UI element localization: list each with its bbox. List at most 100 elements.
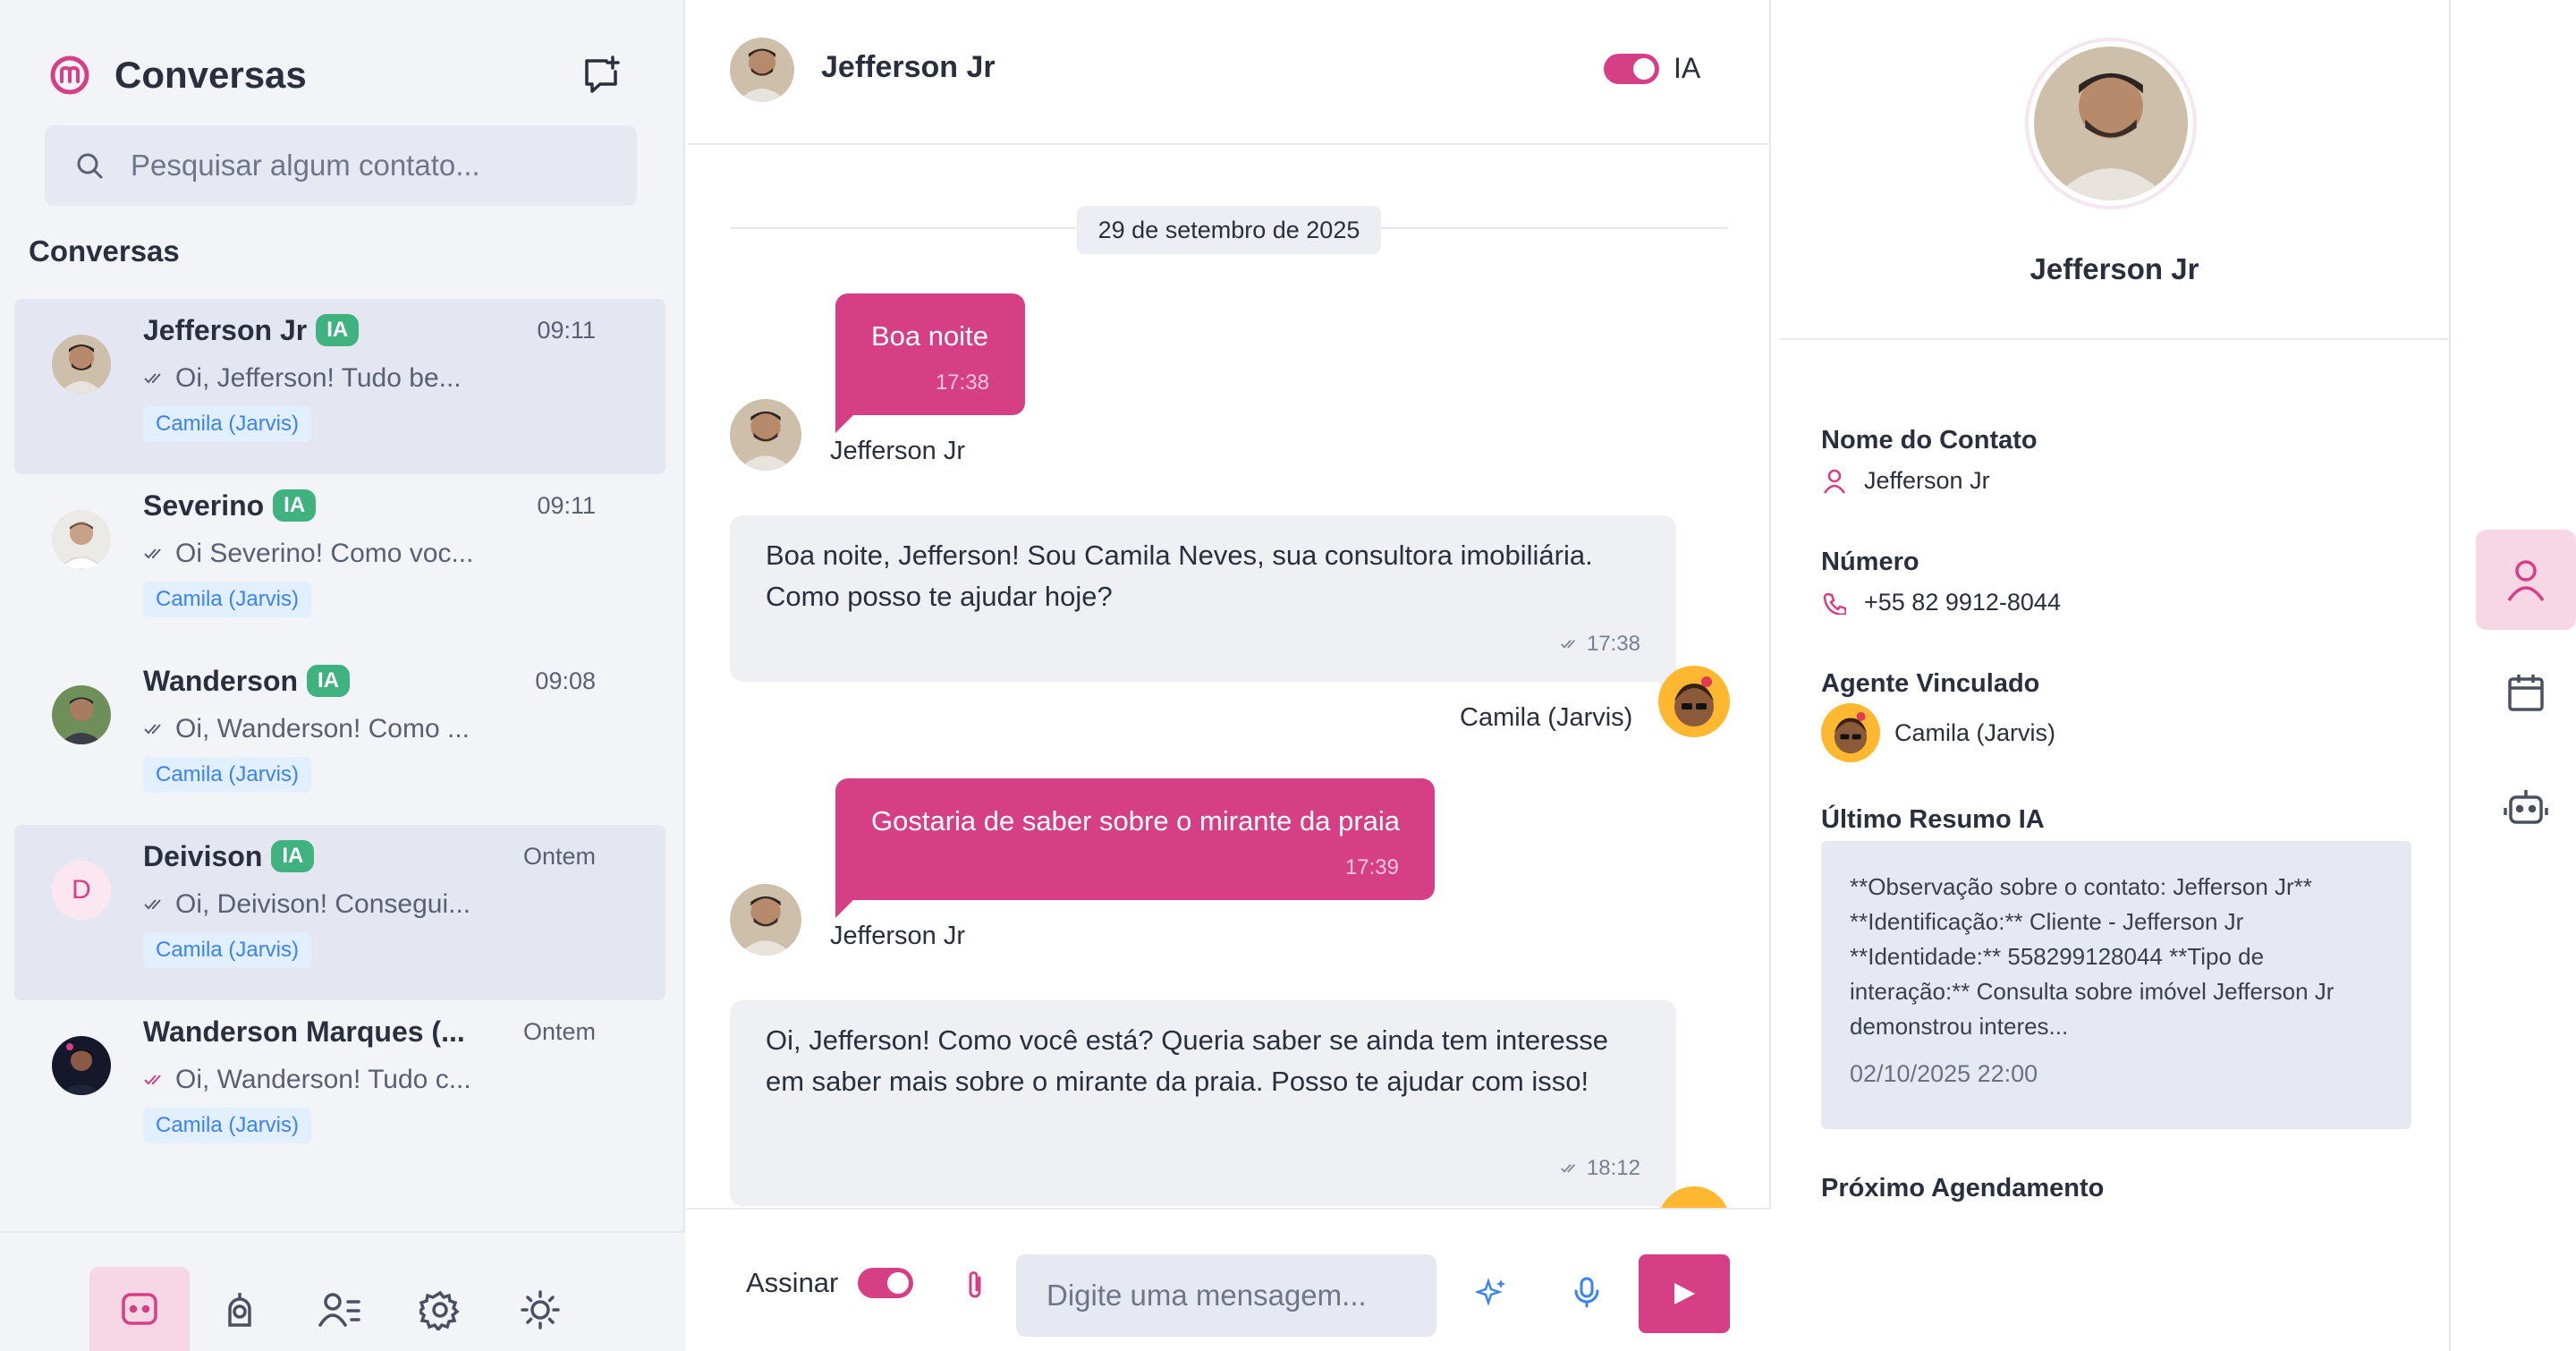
ai-summary-card: **Observação sobre o contato: Jefferson … (1821, 841, 2411, 1129)
contact-name: Jefferson Jr (2029, 252, 2199, 285)
calendar-icon[interactable] (2476, 642, 2576, 743)
timestamp: Ontem (522, 1018, 596, 1045)
timestamp: 09:11 (537, 492, 596, 519)
contact-header: Jefferson Jr (1780, 0, 2449, 340)
avatar (52, 685, 111, 744)
sun-icon[interactable] (490, 1267, 590, 1351)
message-text: Boa noite, Jefferson! Sou Camila Neves, … (766, 540, 1593, 612)
field-label: Número (1821, 548, 1919, 576)
timestamp: Ontem (522, 843, 596, 870)
avatar (730, 884, 801, 956)
conversation-item[interactable] (14, 1176, 665, 1194)
chat-icon[interactable] (89, 1267, 190, 1351)
right-rail (2449, 0, 2576, 1351)
message-input[interactable] (1016, 1254, 1436, 1337)
timestamp: 09:11 (537, 317, 596, 344)
message-bubble-outgoing: Boa noite 17:38 (835, 293, 1025, 433)
app-logo-icon (48, 54, 91, 97)
gear-icon[interactable] (390, 1267, 490, 1351)
message-time: 18:12 (1586, 1156, 1640, 1180)
conversations-sidebar: Conversas Conversas Jefferson JrIA 09:11… (0, 0, 685, 1351)
contact-details-panel: Jefferson Jr Nome do Contato Jefferson J… (1780, 0, 2449, 1351)
contact-name: Wanderson Marques (... (143, 1015, 465, 1048)
ia-badge: IA (273, 489, 317, 522)
robot-icon[interactable] (2476, 757, 2576, 857)
search-input[interactable] (131, 149, 614, 183)
double-check-icon (143, 722, 170, 736)
message-text: Boa noite (871, 320, 988, 352)
avatar[interactable] (730, 38, 794, 102)
send-button[interactable] (1639, 1254, 1730, 1333)
contact-avatar (2025, 38, 2197, 209)
sign-label: Assinar (746, 1267, 839, 1298)
users-list-icon[interactable] (290, 1267, 390, 1351)
ia-badge: IA (271, 840, 315, 872)
ia-badge: IA (307, 665, 351, 697)
message-sender: Camila (Jarvis) (1460, 703, 1633, 732)
message-bubble-outgoing: Gostaria de saber sobre o mirante da pra… (835, 778, 1435, 918)
double-check-icon (1561, 1164, 1575, 1173)
conversation-item[interactable]: Severino IA 09:11 Oi Severino! Como voc..… (14, 474, 665, 650)
avatar (52, 335, 111, 394)
paperclip-icon[interactable] (957, 1267, 993, 1303)
summary-text: **Observação sobre o contato: Jefferson … (1850, 873, 2334, 1040)
contact-name-value: Jefferson Jr (1864, 467, 1990, 494)
message-preview: Oi, Wanderson! Tudo c... (175, 1065, 471, 1094)
send-icon (1674, 1283, 1695, 1304)
conversation-item[interactable]: Jefferson Jr IA 09:11 Oi, Jefferson! Tudo… (14, 299, 665, 474)
contact-name: Severino (143, 489, 265, 522)
field-label: Agente Vinculado (1821, 669, 2040, 698)
double-check-icon (143, 897, 170, 912)
conversation-list: Jefferson Jr IA 09:11 Oi, Jefferson! Tudo… (14, 299, 665, 1194)
avatar: D (52, 861, 111, 920)
double-check-icon (1561, 640, 1575, 649)
field-label: Último Resumo IA (1821, 805, 2045, 834)
agent-tag: Camila (Jarvis) (143, 406, 312, 442)
message-preview: Oi, Jefferson! Tudo be... (175, 363, 462, 393)
field-label: Próximo Agendamento (1821, 1174, 2105, 1202)
conversation-item[interactable]: Wanderson Marques (... Ontem Oi, Wanders… (14, 1000, 665, 1176)
app-title: Conversas (114, 54, 307, 96)
ia-toggle[interactable] (1604, 53, 1659, 84)
user-icon (1821, 468, 1848, 495)
message-bubble-incoming: Boa noite, Jefferson! Sou Camila Neves, … (730, 515, 1676, 700)
contact-name (143, 1191, 151, 1194)
double-check-icon (143, 371, 170, 386)
contact-name: Wanderson (143, 664, 299, 697)
search-icon (72, 148, 107, 183)
double-check-icon (143, 1073, 170, 1087)
ia-toggle-label: IA (1674, 52, 1701, 84)
agent-avatar (1658, 666, 1730, 737)
message-bubble-incoming: Oi, Jefferson! Como você está? Queria sa… (730, 1000, 1676, 1208)
conversation-item[interactable]: D Deivison IA Ontem Oi, Deivison! Consegu… (14, 825, 665, 1000)
message-text: Gostaria de saber sobre o mirante da pra… (871, 805, 1401, 837)
conversation-item[interactable]: Wanderson IA 09:08 Oi, Wanderson! Como ..… (14, 650, 665, 825)
contact-name: Deivison (143, 839, 263, 872)
avatar (52, 510, 111, 569)
message-preview: Oi, Deivison! Consegui... (175, 889, 471, 919)
bottom-nav (0, 1231, 685, 1351)
phone-icon (1821, 590, 1848, 616)
chat-contact-name: Jefferson Jr (821, 50, 996, 84)
message-list: 29 de setembro de 2025 Boa noite 17:38 J… (687, 147, 1771, 1208)
message-preview: Oi, Wanderson! Como ... (175, 714, 470, 743)
summary-date: 02/10/2025 22:00 (1850, 1060, 2038, 1087)
sidebar-header: Conversas (48, 50, 307, 100)
camera-icon[interactable] (190, 1267, 290, 1351)
message-text: Oi, Jefferson! Como você está? Queria sa… (766, 1024, 1608, 1097)
sparkle-icon[interactable] (1474, 1274, 1510, 1310)
agent-tag: Camila (Jarvis) (143, 757, 312, 793)
avatar (52, 1036, 111, 1095)
ia-badge: IA (316, 314, 360, 346)
date-separator: 29 de setembro de 2025 (1077, 206, 1381, 254)
new-chat-icon[interactable] (576, 50, 626, 100)
message-time: 17:38 (1586, 632, 1640, 656)
agent-tag: Camila (Jarvis) (143, 1108, 312, 1143)
message-sender: Jefferson Jr (830, 922, 965, 950)
microphone-icon[interactable] (1569, 1274, 1605, 1310)
agent-avatar (1821, 703, 1880, 762)
user-icon[interactable] (2476, 530, 2576, 630)
message-time: 17:39 (1344, 855, 1399, 879)
chat-header: Jefferson Jr IA (687, 0, 1771, 145)
sign-toggle[interactable] (858, 1268, 914, 1298)
